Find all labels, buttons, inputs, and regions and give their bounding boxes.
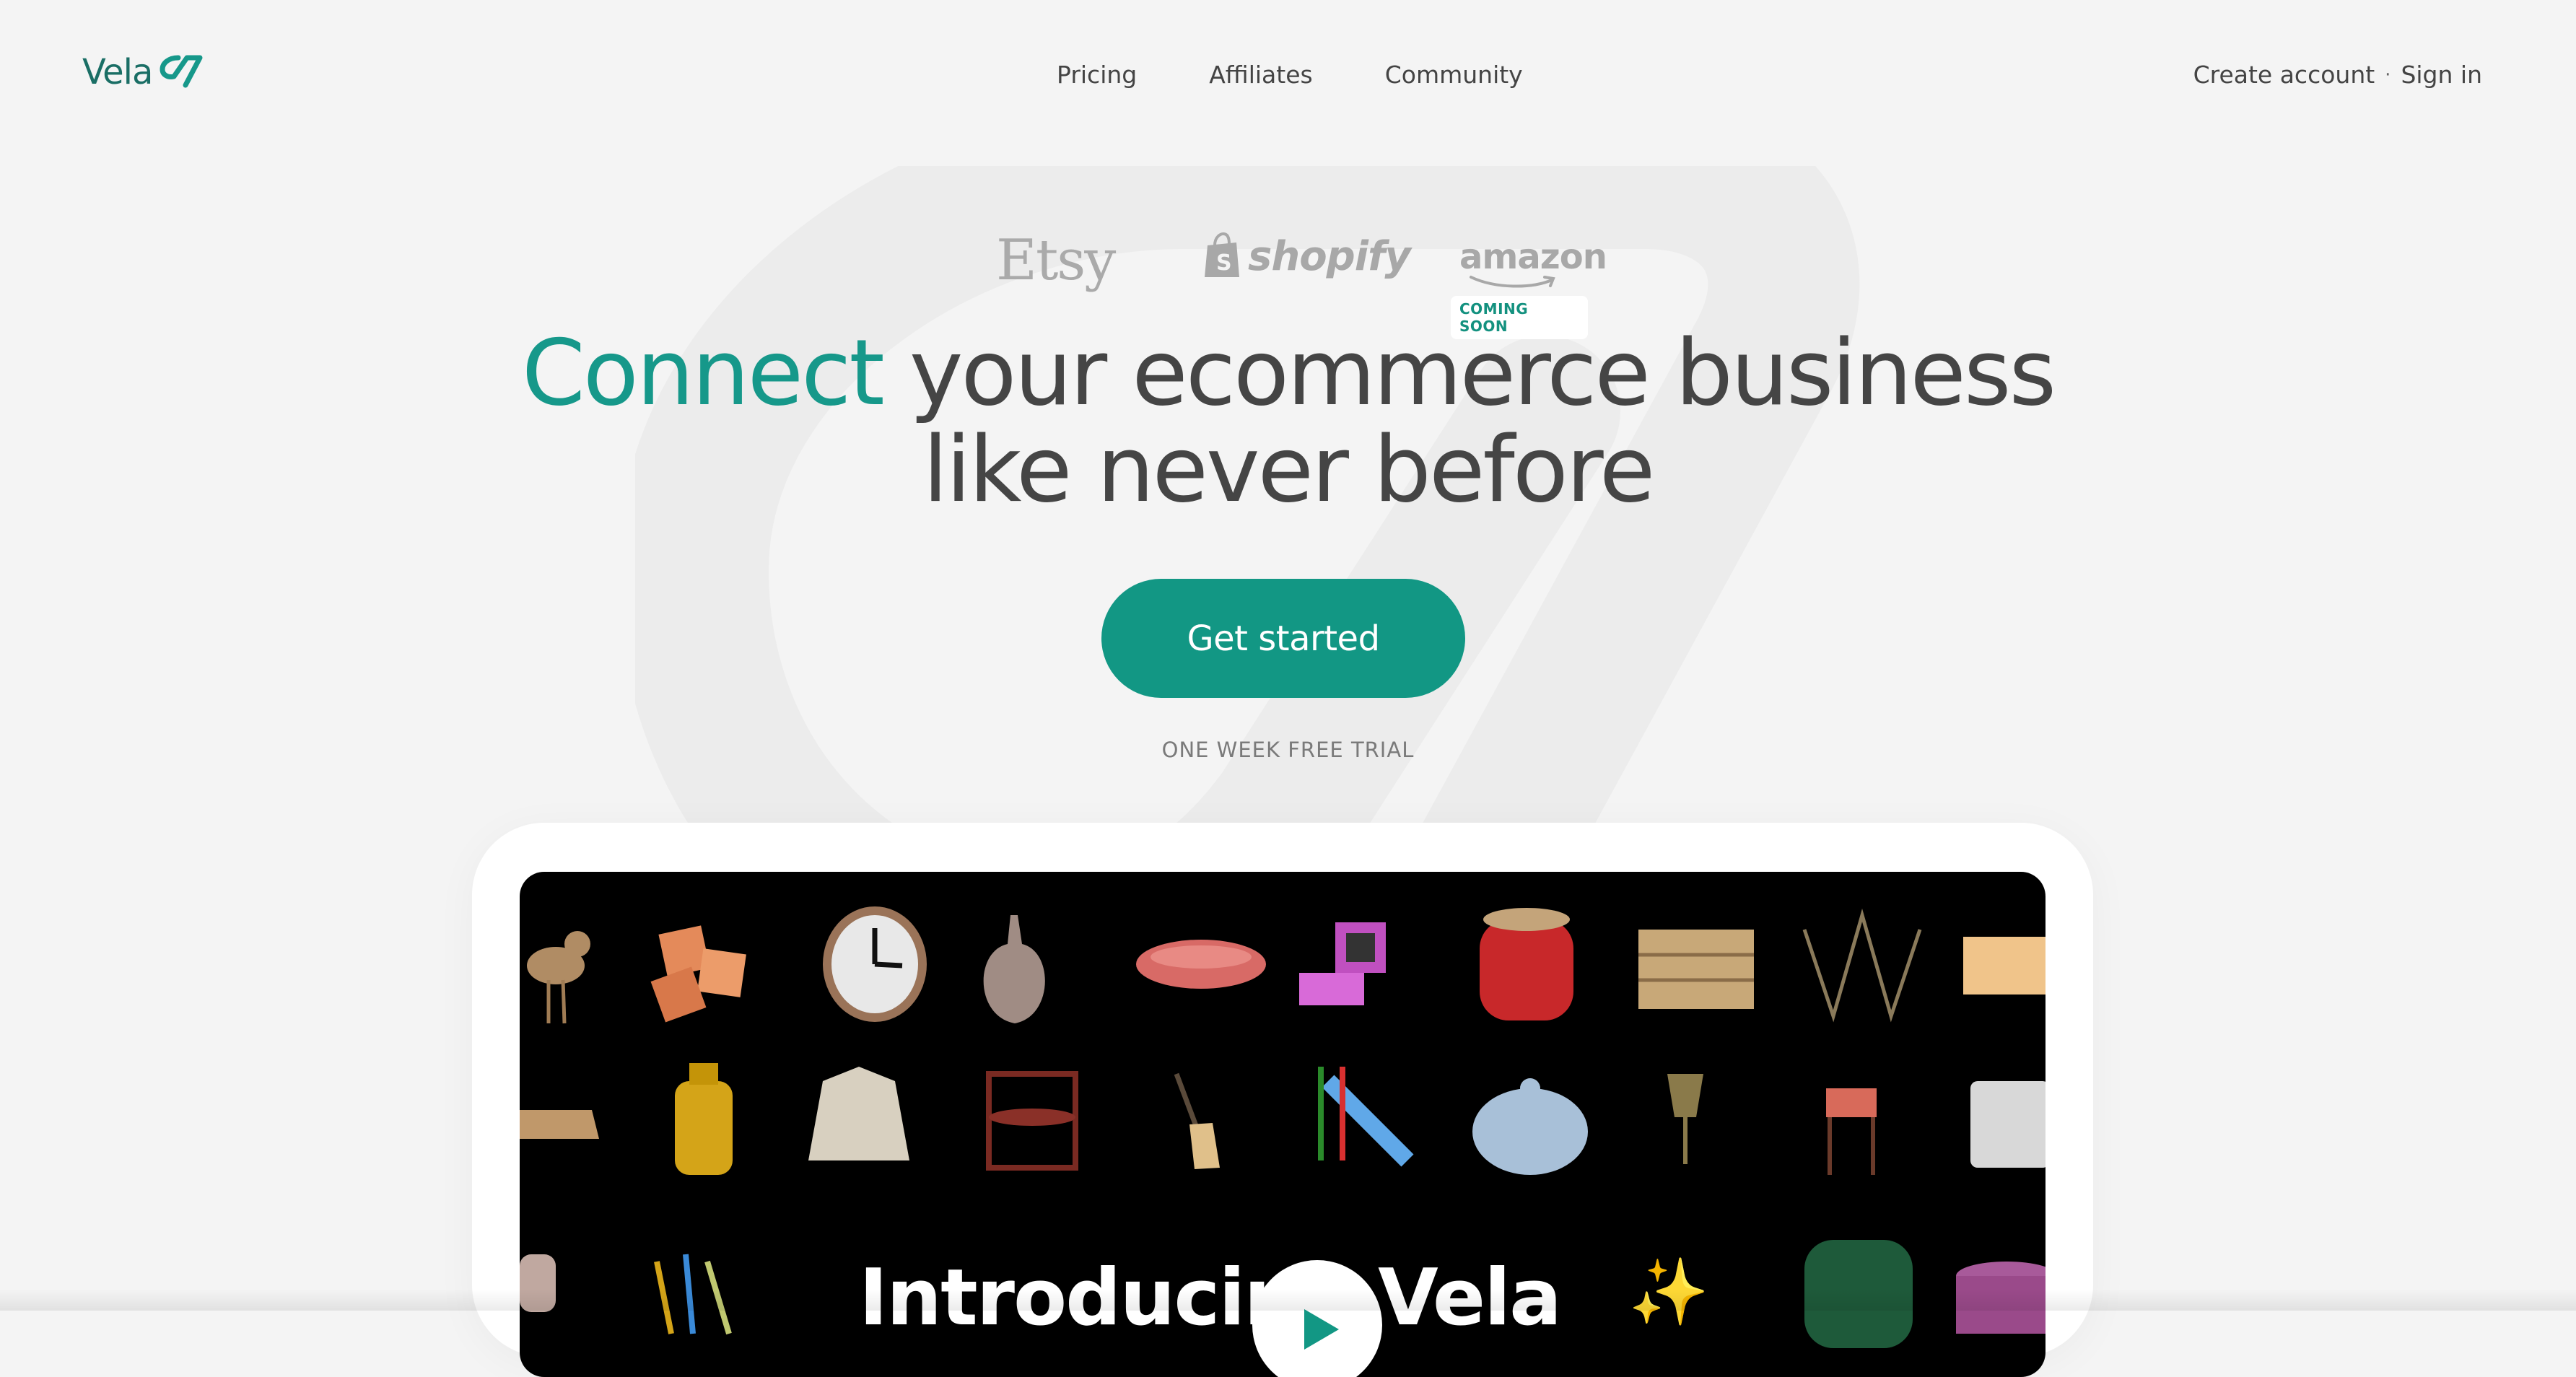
shopify-wordmark: shopify <box>1248 232 1411 280</box>
shopify-bag-icon: S <box>1205 232 1239 277</box>
svg-text:S: S <box>1216 250 1232 276</box>
nav-community-link[interactable]: Community <box>1385 61 1523 89</box>
main-nav: Pricing Affiliates Community <box>1057 61 1523 89</box>
wooden-spatula <box>1174 1072 1220 1169</box>
toy-slide <box>1318 1067 1414 1167</box>
cardboard-box <box>1963 937 2045 994</box>
etsy-logo: Etsy <box>996 228 1116 293</box>
orange-cubes <box>650 925 746 1023</box>
bird-figurine <box>527 931 590 1024</box>
wooden-crate <box>1638 930 1754 1009</box>
play-icon <box>1304 1309 1339 1350</box>
red-jar <box>1480 908 1573 1020</box>
shopify-logo: S shopify <box>1202 232 1411 280</box>
pink-ring-box <box>1299 922 1386 1005</box>
auth-separator: · <box>2385 64 2391 86</box>
sign-in-link[interactable]: Sign in <box>2401 61 2482 89</box>
wire-sculpture <box>1802 908 1922 1023</box>
top-nav: Vela Pricing Affiliates Community Create… <box>0 0 2576 153</box>
wall-clock <box>823 906 927 1022</box>
ceramic-vase <box>983 915 1045 1023</box>
video-card: Introducing Vela ✨ <box>472 823 2093 1377</box>
headline-line1-rest: your ecommerce business <box>882 320 2056 426</box>
logo-text: Vela <box>82 52 153 92</box>
yellow-bottle <box>675 1063 733 1175</box>
nav-pricing-link[interactable]: Pricing <box>1057 61 1137 89</box>
headline-accent: Connect <box>521 320 885 426</box>
vela-logo[interactable]: Vela <box>82 52 204 92</box>
hero-headline: Connect your ecommerce business like nev… <box>0 325 2576 518</box>
wooden-chair <box>1826 1088 1877 1175</box>
amazon-smile-icon <box>1470 276 1555 288</box>
nav-affiliates-link[interactable]: Affiliates <box>1209 61 1312 89</box>
integration-logos: Etsy S shopify amazon COMING SOON <box>989 224 1607 339</box>
white-pot <box>1970 1081 2045 1168</box>
bottom-shadow <box>0 1289 2576 1311</box>
linen-shirt <box>808 1067 909 1160</box>
amazon-logo: amazon <box>1459 237 1607 288</box>
red-bowl <box>1136 940 1266 989</box>
blue-teapot <box>1472 1078 1588 1175</box>
get-started-button[interactable]: Get started <box>1101 579 1465 698</box>
create-account-link[interactable]: Create account <box>2193 61 2375 89</box>
bar-cart <box>986 1071 1078 1171</box>
wooden-bench <box>520 1110 599 1139</box>
auth-links: Create account · Sign in <box>2193 61 2482 89</box>
vela-logo-icon <box>160 55 203 88</box>
amazon-wordmark: amazon <box>1459 237 1607 277</box>
free-trial-note: ONE WEEK FREE TRIAL <box>1161 738 1415 762</box>
gold-goblet <box>1667 1074 1703 1164</box>
headline-line2: like never before <box>922 416 1656 523</box>
